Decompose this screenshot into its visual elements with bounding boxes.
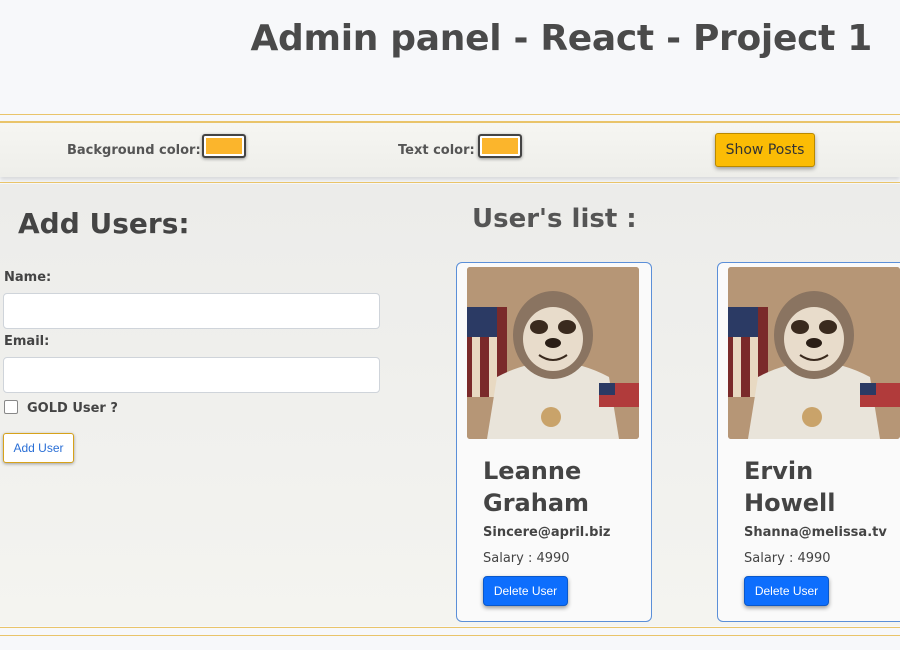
user-name: Ervin Howell [744, 457, 836, 517]
text-color-label: Text color: [398, 143, 475, 158]
email-label: Email: [4, 334, 50, 349]
user-card: Leanne Graham Sincere@april.biz Salary :… [456, 262, 652, 622]
text-color-picker[interactable] [478, 134, 522, 158]
user-salary: Salary : 4990 [483, 551, 570, 566]
main-content: Add Users: Name: Email: GOLD User ? Add … [0, 184, 900, 626]
user-avatar [728, 267, 900, 439]
users-list-heading: User's list : [472, 204, 637, 234]
delete-user-button[interactable]: Delete User [483, 576, 568, 606]
add-users-heading: Add Users: [18, 207, 190, 240]
user-avatar [467, 267, 639, 439]
gold-user-checkbox[interactable] [4, 400, 18, 414]
page-title: Admin panel - React - Project 1 [250, 18, 872, 59]
show-posts-button[interactable]: Show Posts [715, 133, 815, 167]
user-name: Leanne Graham [483, 457, 590, 517]
user-email: Sincere@april.biz [483, 525, 611, 540]
delete-user-button[interactable]: Delete User [744, 576, 829, 606]
name-label: Name: [4, 270, 52, 285]
email-field[interactable] [3, 357, 380, 393]
divider [0, 635, 900, 636]
divider [0, 182, 900, 183]
add-user-button[interactable]: Add User [3, 433, 74, 463]
user-email: Shanna@melissa.tv [744, 525, 887, 540]
background-color-label: Background color: [67, 143, 201, 158]
divider [0, 627, 900, 628]
name-field[interactable] [3, 293, 380, 329]
user-card: Ervin Howell Shanna@melissa.tv Salary : … [717, 262, 900, 622]
divider [0, 114, 900, 115]
gold-user-label: GOLD User ? [27, 401, 118, 416]
background-color-picker[interactable] [202, 134, 246, 158]
user-salary: Salary : 4990 [744, 551, 831, 566]
toolbar: Background color: Text color: Show Posts [0, 121, 900, 177]
